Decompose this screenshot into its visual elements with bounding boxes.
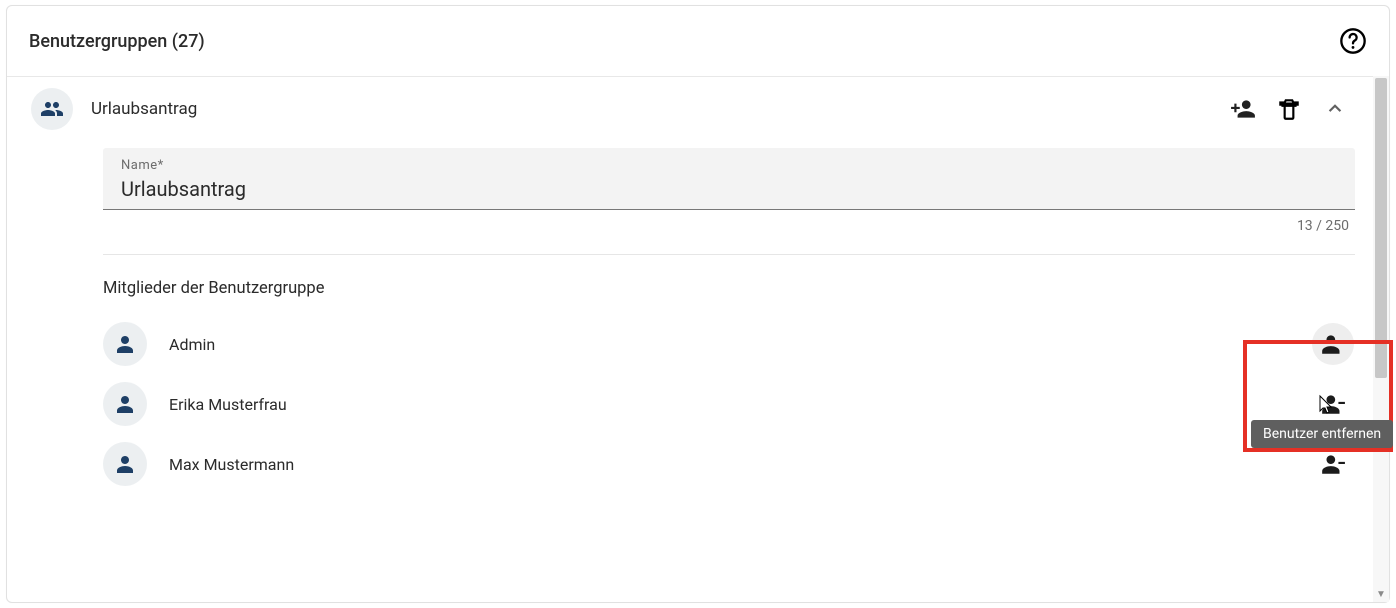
collapse-button[interactable] bbox=[1315, 89, 1355, 129]
person-icon bbox=[113, 332, 137, 356]
user-groups-panel: Benutzergruppen (27) Urlaubsantrag Name* bbox=[6, 5, 1390, 603]
delete-icon bbox=[1276, 96, 1302, 122]
member-row: Max Mustermann bbox=[103, 434, 1355, 494]
group-icon bbox=[40, 97, 64, 121]
scrollbar[interactable]: ▼ bbox=[1373, 76, 1389, 602]
member-row: Admin bbox=[103, 314, 1355, 374]
member-avatar bbox=[103, 382, 147, 426]
name-input-value: Urlaubsantrag bbox=[121, 177, 1337, 201]
group-title: Urlaubsantrag bbox=[91, 99, 1217, 119]
help-icon bbox=[1339, 27, 1367, 55]
remove-user-button[interactable] bbox=[1311, 322, 1355, 366]
add-user-button[interactable] bbox=[1223, 89, 1263, 129]
delete-group-button[interactable] bbox=[1269, 89, 1309, 129]
panel-body: Urlaubsantrag Name* Urlaubsantrag 13 / 2… bbox=[7, 76, 1373, 602]
member-name: Erika Musterfrau bbox=[169, 395, 1311, 414]
group-content: Name* Urlaubsantrag 13 / 250 Mitglieder … bbox=[7, 130, 1373, 494]
person-icon bbox=[113, 452, 137, 476]
chevron-up-icon bbox=[1322, 96, 1348, 122]
name-input-label: Name* bbox=[121, 158, 1337, 173]
member-avatar bbox=[103, 322, 147, 366]
scroll-down-arrow[interactable]: ▼ bbox=[1373, 586, 1389, 602]
members-section-title: Mitglieder der Benutzergruppe bbox=[103, 279, 1355, 298]
scroll-thumb[interactable] bbox=[1375, 78, 1387, 378]
person-remove-icon bbox=[1320, 331, 1346, 357]
group-header-row[interactable]: Urlaubsantrag bbox=[7, 76, 1373, 130]
page-title: Benutzergruppen (27) bbox=[29, 31, 1339, 52]
person-remove-icon bbox=[1320, 391, 1346, 417]
group-avatar bbox=[31, 88, 73, 130]
help-button[interactable] bbox=[1339, 27, 1367, 55]
member-avatar bbox=[103, 442, 147, 486]
name-input[interactable]: Name* Urlaubsantrag bbox=[103, 148, 1355, 210]
name-input-counter: 13 / 250 bbox=[103, 218, 1355, 234]
member-row: Erika Musterfrau bbox=[103, 374, 1355, 434]
member-name: Admin bbox=[169, 335, 1311, 354]
divider bbox=[103, 254, 1355, 255]
member-name: Max Mustermann bbox=[169, 455, 1311, 474]
person-icon bbox=[113, 392, 137, 416]
person-add-icon bbox=[1230, 96, 1256, 122]
person-remove-icon bbox=[1320, 451, 1346, 477]
panel-header: Benutzergruppen (27) bbox=[7, 6, 1389, 77]
remove-user-tooltip: Benutzer entfernen bbox=[1251, 420, 1393, 448]
remove-user-button[interactable] bbox=[1311, 442, 1355, 486]
